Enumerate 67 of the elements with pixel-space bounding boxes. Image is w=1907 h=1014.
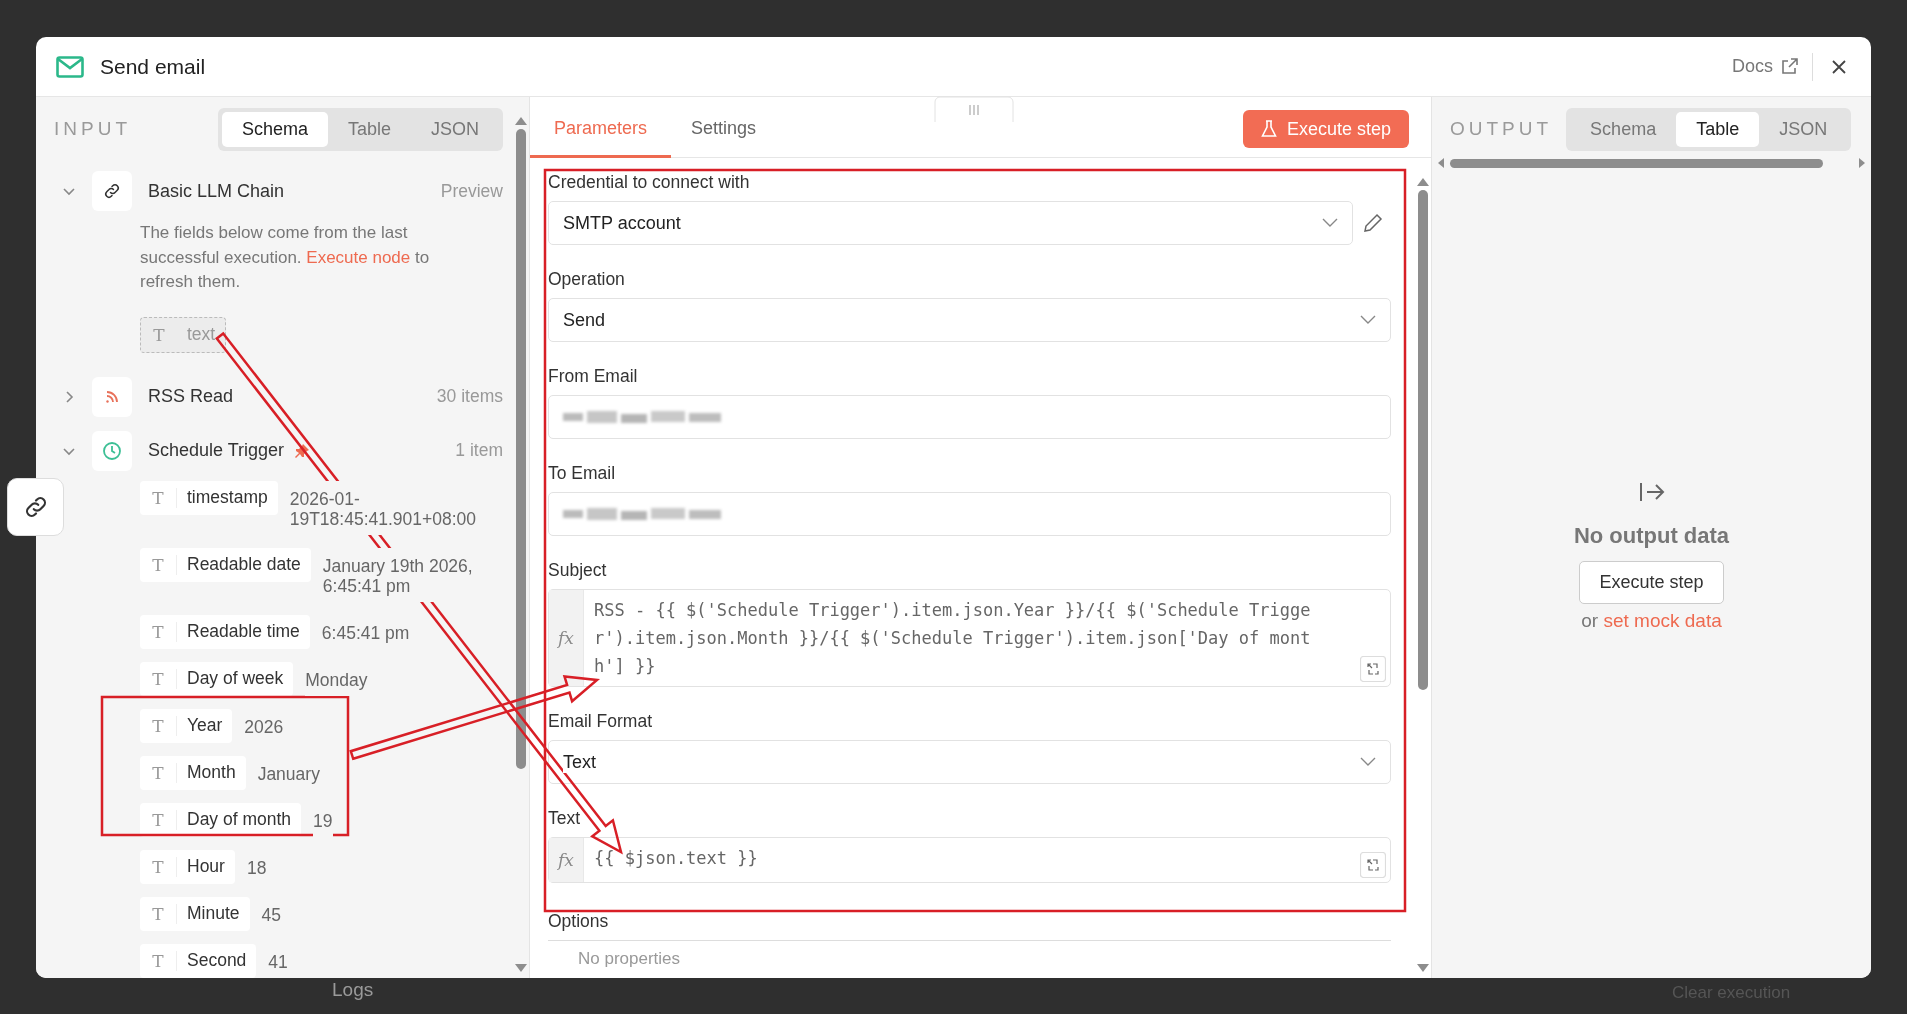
field-label: To Email	[548, 463, 617, 484]
node-name[interactable]: Schedule Trigger	[148, 440, 285, 461]
field-pill[interactable]: T Day of month	[140, 802, 302, 837]
view-tab[interactable]: Schema	[221, 111, 328, 147]
chevron-down-icon	[1360, 315, 1376, 325]
field-pill[interactable]: T Readable time	[140, 614, 310, 649]
field-pill[interactable]: T Year	[140, 708, 233, 743]
panel-tab[interactable]: Settings	[671, 101, 777, 158]
email-field[interactable]	[548, 492, 1391, 536]
pencil-icon[interactable]	[1363, 213, 1383, 233]
flask-icon	[1260, 120, 1277, 138]
expression-field[interactable]: fx {{ $json.text }}	[548, 837, 1391, 883]
select-field[interactable]: Text	[548, 740, 1391, 784]
field-pill[interactable]: T timestamp	[140, 480, 278, 515]
node-name[interactable]: Basic LLM Chain	[148, 180, 285, 202]
close-icon[interactable]	[1831, 58, 1847, 75]
chevron-down-icon	[1322, 218, 1338, 228]
select-field[interactable]: Send	[548, 298, 1391, 342]
expand-icon[interactable]	[1360, 656, 1386, 682]
select-field[interactable]: SMTP account	[548, 201, 1353, 245]
drag-handle-icon[interactable]	[934, 96, 1014, 122]
execute-step-button[interactable]: Execute step	[1579, 561, 1724, 604]
field-label: From Email	[548, 366, 639, 387]
logs-label[interactable]: Logs	[332, 979, 374, 1001]
or-label: or	[1581, 610, 1599, 631]
node-icon	[92, 171, 132, 211]
expression-field[interactable]: fx RSS - {{ $('Schedule Trigger').item.json.Year }}/{{ $('Schedule Trigger').item.json.Month }}/{{ $('Schedule Trigger').item.json['Day of month'] }}	[548, 589, 1391, 687]
field-label: Text	[548, 808, 582, 829]
node-meta: 1 item	[455, 440, 503, 461]
expression-badge: fx	[549, 838, 584, 882]
link-button[interactable]	[7, 478, 64, 536]
field-pill[interactable]: T Second	[140, 943, 257, 978]
field-pill[interactable]: T Hour	[140, 849, 235, 884]
field-label: Operation	[548, 269, 626, 290]
options-heading: Options	[548, 911, 1391, 941]
field-pill[interactable]: T Day of week	[140, 661, 294, 696]
dialog-title: Send email	[100, 54, 206, 79]
view-tab[interactable]: Table	[1676, 111, 1760, 147]
node-icon	[92, 430, 132, 471]
empty-options-text: No properties	[578, 949, 682, 969]
email-field[interactable]	[548, 395, 1391, 439]
output-arrow-icon	[1638, 481, 1665, 503]
view-tab[interactable]: JSON	[411, 111, 499, 147]
expression-badge: fx	[549, 590, 584, 686]
node-name[interactable]: RSS Read	[148, 386, 234, 407]
node-meta: 30 items	[436, 386, 503, 407]
docs-link[interactable]: Docs	[1732, 56, 1773, 77]
output-heading: OUTPUT	[1450, 118, 1553, 140]
input-heading: INPUT	[54, 118, 131, 140]
node-icon	[92, 376, 132, 417]
field-label: Email Format	[548, 711, 654, 732]
expand-icon[interactable]	[1360, 852, 1386, 878]
node-meta: Preview	[440, 180, 503, 202]
expression-text: RSS - {{ $('Schedule Trigger').item.json.Year }}/{{ $('Schedule Trigger').item.json.Month }}/{{ $('Schedule Trigger').item.json['Day of month'] }}	[594, 599, 1312, 678]
field-label: Subject	[548, 560, 608, 581]
chevron-down-icon	[1360, 757, 1376, 767]
envelope-icon	[56, 55, 84, 78]
view-tab[interactable]: JSON	[1759, 111, 1848, 147]
field-pill[interactable]: T Readable date	[140, 547, 311, 582]
view-tab[interactable]: Schema	[1570, 111, 1677, 147]
info-note: The fields below come from the last successful execution. Execute node to refresh them.	[140, 222, 431, 293]
external-link-icon[interactable]	[1781, 58, 1798, 75]
field-pill[interactable]: T Month	[140, 755, 246, 790]
field-label: Credential to connect with	[548, 172, 751, 193]
field-pill[interactable]: T Minute	[140, 896, 250, 931]
empty-state-title: No output data	[1573, 523, 1730, 549]
expression-text: {{ $json.text }}	[594, 847, 759, 870]
